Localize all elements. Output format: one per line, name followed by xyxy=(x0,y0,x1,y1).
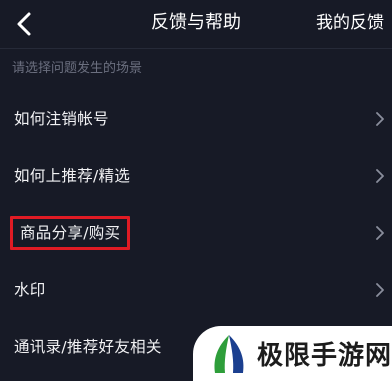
list-item-product-share-purchase[interactable]: 商品分享/购买 xyxy=(0,204,392,261)
list-item-label: 如何上推荐/精选 xyxy=(14,166,131,185)
chevron-right-icon xyxy=(376,225,384,240)
chevron-right-icon xyxy=(376,282,384,297)
header-divider xyxy=(0,48,392,49)
section-hint: 请选择问题发生的场景 xyxy=(12,61,143,76)
list-item-watermark[interactable]: 水印 xyxy=(0,261,392,318)
back-button[interactable] xyxy=(6,6,42,42)
chevron-left-icon xyxy=(17,12,31,36)
watermark-text: 极限手游网 xyxy=(256,341,392,371)
list-item-label: 通讯录/推荐好友相关 xyxy=(14,337,162,356)
feedback-help-screen: 反馈与帮助 我的反馈 请选择问题发生的场景 如何注销帐号 如何上推荐/精选 商品… xyxy=(0,0,392,381)
chevron-right-icon xyxy=(376,111,384,126)
list-item-deactivate-account[interactable]: 如何注销帐号 xyxy=(0,90,392,147)
leaf-logo-icon xyxy=(214,334,244,373)
nav-header: 反馈与帮助 我的反馈 xyxy=(0,0,392,48)
list-item-recommend-featured[interactable]: 如何上推荐/精选 xyxy=(0,147,392,204)
list-item-label: 水印 xyxy=(14,280,46,299)
chevron-right-icon xyxy=(376,168,384,183)
site-watermark: 极限手游网 xyxy=(193,326,392,381)
list-item-label: 如何注销帐号 xyxy=(14,109,109,128)
list-item-label: 商品分享/购买 xyxy=(10,215,131,250)
my-feedback-link[interactable]: 我的反馈 xyxy=(316,11,384,35)
